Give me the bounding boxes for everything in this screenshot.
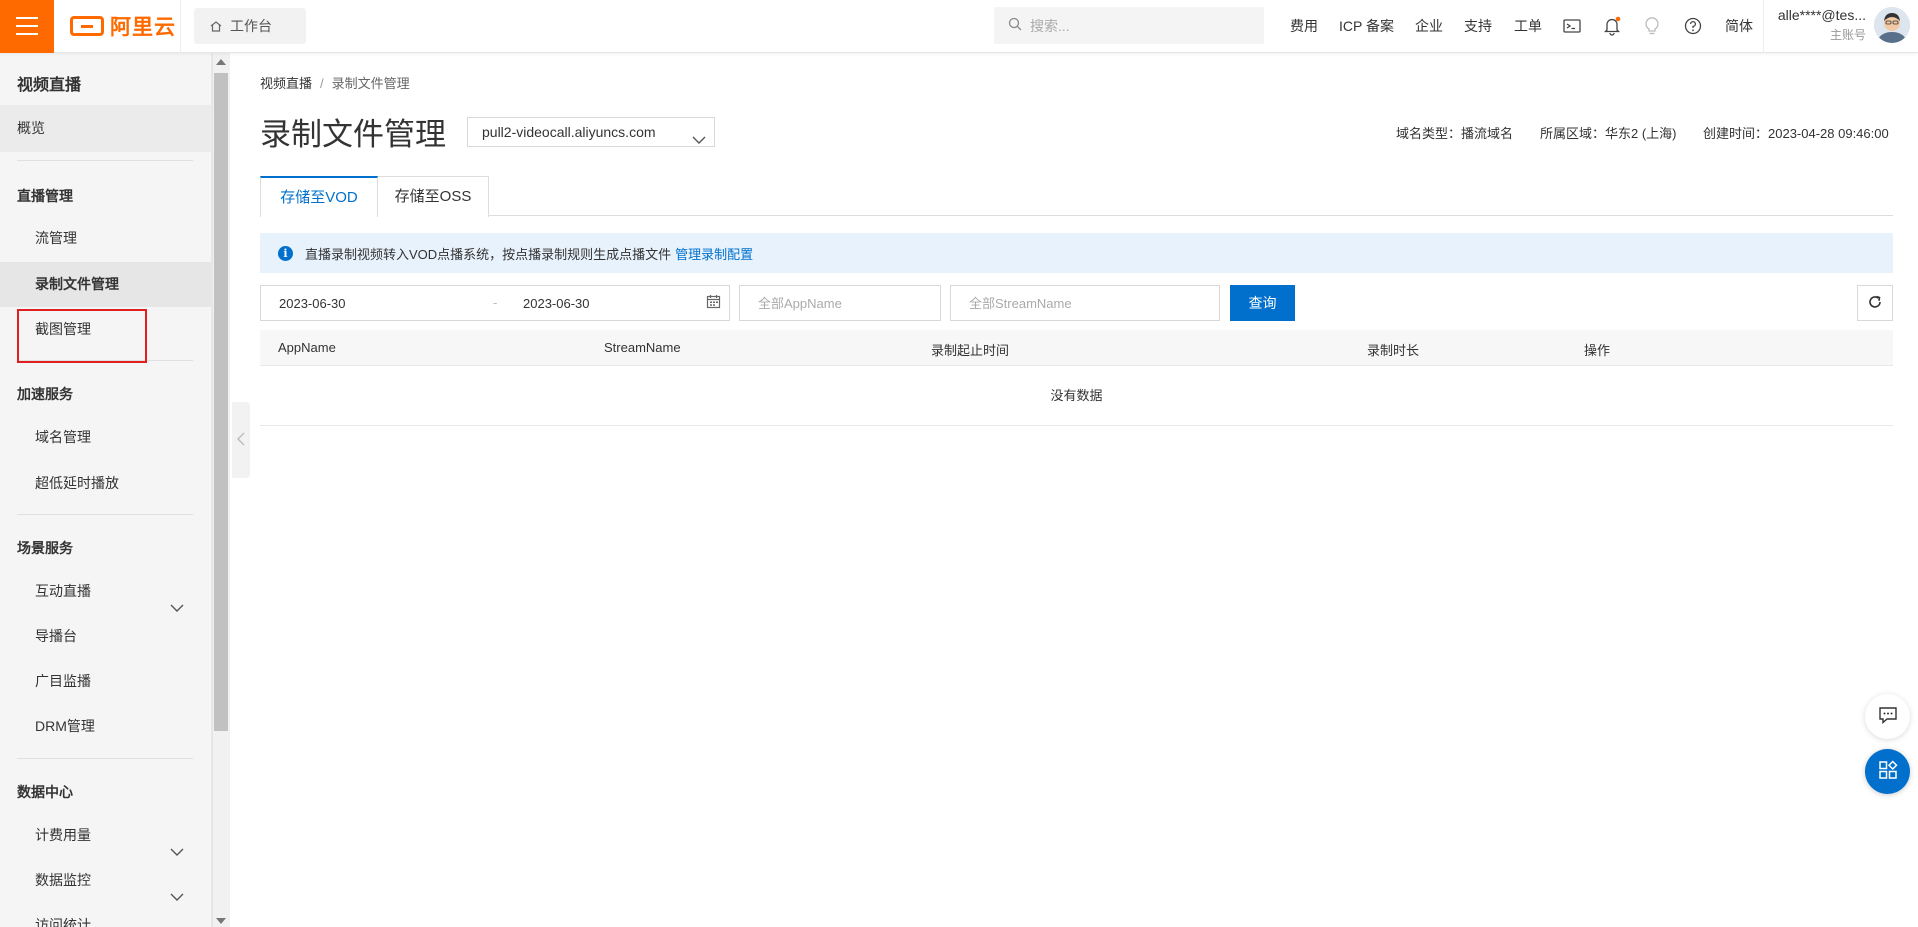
recordings-table: AppName StreamName 录制起止时间 录制时长 操作 没有数据	[260, 330, 1893, 426]
sidebar-item-domains[interactable]: 域名管理	[0, 415, 211, 460]
column-record-time: 录制起止时间	[931, 343, 1010, 358]
account-menu[interactable]: alle****@tes... 主账号	[1776, 7, 1866, 43]
main-content: 视频直播 / 录制文件管理 录制文件管理 pull2-videocall.aliyu…	[260, 53, 1893, 927]
sidebar-group-data: 数据中心	[17, 784, 73, 800]
terminal-icon[interactable]	[1562, 16, 1582, 36]
tab-vod[interactable]: 存储至VOD	[260, 176, 378, 217]
refresh-icon	[1867, 294, 1883, 313]
streamname-input[interactable]	[950, 285, 1220, 321]
calendar-icon	[706, 294, 721, 312]
bell-icon[interactable]	[1602, 16, 1622, 36]
chevron-left-icon	[237, 432, 245, 449]
created-time: 创建时间：2023-04-28 09:46:00	[1703, 126, 1889, 141]
search-input[interactable]	[1030, 17, 1250, 34]
breadcrumb: 视频直播 / 录制文件管理	[260, 73, 410, 92]
info-banner: i 直播录制视频转入VOD点播系统，按点播录制规则生成点播文件 管理录制配置	[260, 233, 1893, 273]
sidebar-item-monitor[interactable]: 广目监播	[0, 659, 211, 704]
domain-type: 域名类型：播流域名	[1396, 126, 1514, 141]
domain-select[interactable]: pull2-videocall.aliyuncs.com	[467, 117, 715, 147]
aliyun-logo[interactable]: 阿里云	[70, 13, 176, 39]
region: 所属区域：华东2 (上海)	[1540, 126, 1677, 141]
table-header: AppName StreamName 录制起止时间 录制时长 操作	[260, 330, 1893, 366]
sidebar-scroll-thumb[interactable]	[214, 73, 228, 731]
sidebar-item-drm[interactable]: DRM管理	[0, 704, 211, 749]
sidebar-divider	[17, 160, 193, 161]
search-icon	[1008, 17, 1022, 34]
domain-select-value: pull2-videocall.aliyuncs.com	[482, 124, 656, 140]
workbench-button[interactable]: 工作台	[194, 8, 306, 44]
page-title: 录制文件管理	[260, 117, 446, 152]
info-icon: i	[278, 245, 293, 261]
sidebar-divider	[17, 514, 193, 515]
column-actions: 操作	[1584, 343, 1611, 358]
user-role: 主账号	[1829, 28, 1866, 42]
lightbulb-icon[interactable]	[1642, 16, 1662, 36]
scroll-down-arrow-icon[interactable]	[216, 918, 226, 924]
breadcrumb-current: 录制文件管理	[331, 76, 410, 91]
sidebar-item-billing-usage[interactable]: 计费用量	[0, 813, 211, 858]
sidebar-item-interactive-live[interactable]: 互动直播	[0, 569, 211, 614]
nav-icp[interactable]: ICP 备案	[1339, 16, 1394, 36]
chevron-down-icon	[692, 126, 706, 154]
nav-ticket[interactable]: 工单	[1514, 16, 1542, 36]
user-name: alle****@tes...	[1777, 7, 1866, 23]
workbench-label: 工作台	[230, 18, 272, 34]
sidebar-group-accel: 加速服务	[17, 386, 73, 402]
apps-menu-button[interactable]	[1865, 749, 1910, 794]
menu-hamburger-icon[interactable]	[0, 0, 54, 53]
sidebar-item-director[interactable]: 导播台	[0, 614, 211, 659]
date-end: 2023-06-30	[523, 296, 590, 311]
manage-recording-config-link[interactable]: 管理录制配置	[675, 244, 753, 263]
sidebar-group-scene: 场景服务	[17, 540, 73, 556]
sidebar-item-snapshots[interactable]: 截图管理	[0, 307, 211, 352]
apps-grid-icon	[1878, 760, 1898, 783]
logo-text: 阿里云	[110, 16, 176, 39]
nav-fees[interactable]: 费用	[1290, 16, 1318, 36]
breadcrumb-separator: /	[320, 76, 324, 91]
sidebar: 视频直播 概览 直播管理 流管理 录制文件管理 截图管理 加速服务 域名管理 超…	[0, 53, 212, 927]
search-box[interactable]	[994, 7, 1264, 44]
sidebar-item-label: 计费用量	[35, 827, 91, 843]
sidebar-item-overview[interactable]: 概览	[0, 105, 211, 152]
sidebar-item-streams[interactable]: 流管理	[0, 216, 211, 261]
collapse-sidebar-button[interactable]	[232, 402, 250, 478]
language-switch[interactable]: 简体	[1725, 16, 1753, 36]
chat-icon	[1878, 706, 1898, 727]
sidebar-group-live: 直播管理	[17, 188, 73, 204]
date-range-picker[interactable]: 2023-06-30 - 2023-06-30	[260, 285, 730, 321]
appname-input[interactable]	[739, 285, 941, 321]
empty-state: 没有数据	[260, 366, 1893, 426]
sidebar-divider	[17, 360, 193, 361]
scroll-up-arrow-icon[interactable]	[216, 59, 226, 65]
sidebar-title: 视频直播	[17, 77, 82, 94]
info-text: 直播录制视频转入VOD点播系统，按点播录制规则生成点播文件	[305, 246, 672, 262]
date-start: 2023-06-30	[279, 296, 346, 311]
help-icon[interactable]	[1683, 16, 1703, 36]
storage-tabs: 存储至VOD 存储至OSS	[260, 176, 1893, 217]
sidebar-item-recordings[interactable]: 录制文件管理	[0, 262, 211, 307]
logo-divider	[180, 0, 181, 53]
column-appname: AppName	[278, 340, 336, 355]
user-divider	[1763, 0, 1764, 53]
refresh-button[interactable]	[1857, 285, 1893, 321]
breadcrumb-root[interactable]: 视频直播	[260, 76, 312, 91]
column-duration: 录制时长	[1367, 343, 1420, 358]
sidebar-item-low-latency[interactable]: 超低延时播放	[0, 461, 211, 506]
query-button[interactable]: 查询	[1230, 285, 1295, 321]
feedback-chat-button[interactable]	[1865, 694, 1910, 739]
nav-enterprise[interactable]: 企业	[1415, 16, 1443, 36]
sidebar-item-label: 互动直播	[35, 583, 91, 599]
sidebar-item-access-stats[interactable]: 访问统计	[0, 903, 211, 927]
date-separator: -	[493, 295, 498, 310]
sidebar-item-data-monitor[interactable]: 数据监控	[0, 858, 211, 903]
avatar[interactable]	[1874, 7, 1910, 43]
top-bar: 阿里云 工作台 费用 ICP 备案 企业 支持 工单 简体 alle****@t…	[0, 0, 1918, 53]
home-icon	[210, 20, 222, 32]
aliyun-logo-icon	[70, 16, 104, 36]
column-streamname: StreamName	[604, 340, 681, 355]
nav-support[interactable]: 支持	[1464, 16, 1492, 36]
tab-oss[interactable]: 存储至OSS	[377, 176, 489, 217]
sidebar-item-label: 数据监控	[35, 872, 91, 888]
sidebar-divider	[17, 758, 193, 759]
